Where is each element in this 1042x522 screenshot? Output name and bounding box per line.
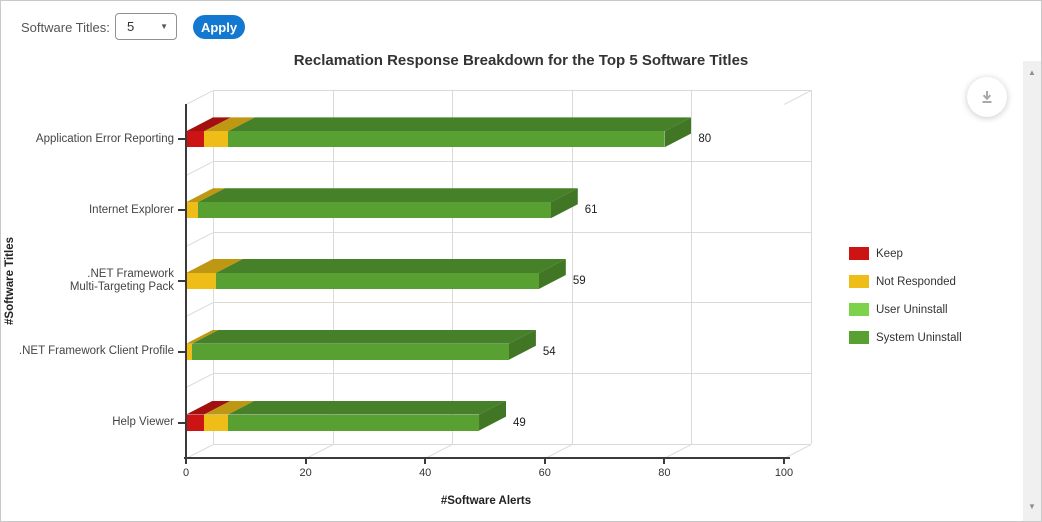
bar-segment-not-responded[interactable] — [186, 202, 198, 218]
y-axis-line — [185, 104, 187, 464]
y-axis-title: #Software Titles — [4, 211, 18, 351]
x-axis-title: #Software Alerts — [136, 495, 836, 507]
bar-value-label: 49 — [513, 417, 526, 429]
row-slant — [186, 232, 213, 247]
bar-segment-keep[interactable] — [186, 131, 204, 147]
bar-segment-not-responded[interactable] — [204, 415, 228, 431]
x-axis-tick — [305, 458, 307, 464]
x-axis-tick — [185, 458, 187, 464]
legend-label: System Uninstall — [876, 332, 962, 344]
category-label: Help Viewer — [7, 387, 174, 458]
bar-segment-system-uninstall[interactable] — [228, 131, 665, 147]
legend-label: Not Responded — [876, 276, 956, 288]
gridline-vertical — [691, 90, 692, 444]
back-wall-right — [811, 90, 812, 444]
legend-item-user-uninstall[interactable]: User Uninstall — [849, 303, 962, 316]
chart-legend: Keep Not Responded User Uninstall System Un… — [849, 247, 962, 359]
bar-segment-top-system-uninstall[interactable] — [192, 330, 536, 344]
bar-value-label: 54 — [543, 346, 556, 358]
category-label: Internet Explorer — [7, 175, 174, 246]
gridline-horizontal — [213, 161, 811, 162]
download-chart-button[interactable] — [967, 77, 1007, 117]
scroll-up-icon[interactable]: ▲ — [1023, 65, 1041, 81]
x-tick-label: 80 — [648, 467, 680, 479]
x-axis-tick — [783, 458, 785, 464]
bar-value-label: 59 — [573, 275, 586, 287]
download-icon — [979, 89, 995, 105]
legend-label: User Uninstall — [876, 304, 948, 316]
bar-segment-system-uninstall[interactable] — [216, 273, 539, 289]
scroll-down-icon[interactable]: ▼ — [1023, 499, 1041, 515]
legend-swatch — [849, 303, 869, 316]
floor-back-edge — [213, 444, 811, 445]
corner-slant — [186, 90, 213, 105]
bar-segment-top-system-uninstall[interactable] — [228, 117, 692, 131]
legend-item-not-responded[interactable]: Not Responded — [849, 275, 962, 288]
x-tick-label: 40 — [409, 467, 441, 479]
legend-swatch — [849, 331, 869, 344]
bar-value-label: 61 — [585, 204, 598, 216]
gridline-horizontal — [213, 232, 811, 233]
row-slant — [186, 302, 213, 317]
x-axis-tick — [424, 458, 426, 464]
legend-item-system-uninstall[interactable]: System Uninstall — [849, 331, 962, 344]
row-slant — [186, 373, 213, 388]
corner-slant — [784, 90, 811, 105]
row-slant — [186, 161, 213, 176]
bar-value-label: 80 — [698, 133, 711, 145]
category-label: .NET Framework Client Profile — [7, 316, 174, 387]
vertical-scrollbar[interactable]: ▲ ▼ — [1023, 61, 1041, 521]
bar-segment-top-system-uninstall[interactable] — [228, 401, 506, 415]
bar-segment-not-responded[interactable] — [186, 273, 216, 289]
x-axis-tick — [544, 458, 546, 464]
bar-segment-system-uninstall[interactable] — [228, 415, 479, 431]
bar-segment-keep[interactable] — [186, 415, 204, 431]
x-tick-label: 20 — [290, 467, 322, 479]
category-label: .NET FrameworkMulti-Targeting Pack — [7, 246, 174, 317]
x-tick-label: 100 — [768, 467, 800, 479]
bar-segment-top-system-uninstall[interactable] — [198, 188, 578, 202]
x-tick-label: 0 — [170, 467, 202, 479]
legend-item-keep[interactable]: Keep — [849, 247, 962, 260]
gridline-horizontal — [213, 302, 811, 303]
x-axis-tick — [663, 458, 665, 464]
bar-segment-not-responded[interactable] — [204, 131, 228, 147]
gridline-horizontal — [213, 373, 811, 374]
legend-swatch — [849, 275, 869, 288]
category-label: Application Error Reporting — [7, 104, 174, 175]
bar-segment-system-uninstall[interactable] — [192, 344, 509, 360]
x-tick-label: 60 — [529, 467, 561, 479]
legend-swatch — [849, 247, 869, 260]
x-axis-line — [184, 457, 790, 459]
back-wall-top — [213, 90, 811, 91]
bar-segment-top-system-uninstall[interactable] — [216, 259, 566, 273]
dashboard-window: Software Titles: 5 ▼ Apply Reclamation R… — [0, 0, 1042, 522]
legend-label: Keep — [876, 248, 903, 260]
bar-segment-system-uninstall[interactable] — [198, 202, 551, 218]
